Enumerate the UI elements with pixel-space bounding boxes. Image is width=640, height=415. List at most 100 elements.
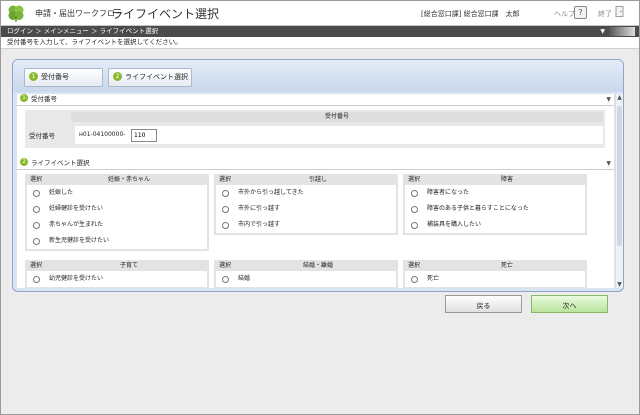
select-column-header: 選択 <box>219 262 232 269</box>
list-item[interactable]: 障害のある子供と暮らすことになった <box>405 201 585 217</box>
radio-button[interactable] <box>411 222 418 229</box>
radio-button[interactable] <box>33 190 40 197</box>
list-item[interactable]: 幼児健診を受けたい <box>27 271 207 287</box>
radio-button[interactable] <box>222 222 229 229</box>
category-moving: 選択 引越し 市外から引っ越してきた 市外に引っ越す 市内で引っ越す <box>214 174 398 235</box>
breadcrumb-arrow-icon[interactable]: ▼ <box>600 26 605 37</box>
user-info: [総合窓口課] 総合窓口課 太郎 <box>421 10 520 18</box>
instruction-text: 受付番号を入力して、ライフイベントを選択してください。 <box>7 38 182 46</box>
option-label: 市外に引っ越す <box>238 205 281 212</box>
radio-button[interactable] <box>411 190 418 197</box>
option-label: 妊婦健診を受けたい <box>49 205 104 212</box>
category-death: 選択 死亡 死亡 <box>403 260 587 288</box>
category-options: 幼児健診を受けたい <box>27 271 207 287</box>
reception-table: 受付番号 受付番号 н01-04100000- <box>25 110 605 148</box>
option-label: 市内で引っ越す <box>238 221 281 228</box>
option-label: 新生児健診を受けたい <box>49 237 110 244</box>
reception-column-header: 受付番号 <box>71 112 603 122</box>
list-item[interactable]: 障害者になった <box>405 185 585 201</box>
option-label: 幼児健診を受けたい <box>49 275 104 282</box>
collapse-toggle-icon[interactable]: ▼ <box>606 158 611 169</box>
app-name: 申請・届出ワークフロー <box>35 9 123 18</box>
scroll-content: 1受付番号 ▼ 受付番号 受付番号 н01-04100000- 2ライフイベント… <box>17 94 614 288</box>
category-disability: 選択 障害 障害者になった 障害のある子供と暮らすことになった 補装具を購入した… <box>403 174 587 235</box>
step-label: 受付番号 <box>41 73 69 81</box>
category-title: 子育て <box>119 262 138 269</box>
reception-value-cell: н01-04100000- <box>75 126 603 144</box>
radio-button[interactable] <box>411 276 418 283</box>
collapse-toggle-icon[interactable]: ▼ <box>606 94 611 105</box>
list-item[interactable]: 補装具を購入したい <box>405 217 585 233</box>
list-item[interactable]: 妊婦健診を受けたい <box>27 201 207 217</box>
scroll-down-icon[interactable]: ▼ <box>616 281 623 288</box>
radio-button[interactable] <box>222 190 229 197</box>
radio-button[interactable] <box>33 206 40 213</box>
list-item[interactable]: 死亡 <box>405 271 585 287</box>
radio-button[interactable] <box>411 206 418 213</box>
vertical-scrollbar[interactable]: ▲ ▼ <box>615 94 623 288</box>
category-options: 市外から引っ越してきた 市外に引っ越す 市内で引っ越す <box>216 185 396 233</box>
help-icon[interactable]: ? <box>574 6 587 19</box>
reception-number-prefix: н01-04100000- <box>79 131 126 138</box>
section-title: ライフイベント選択 <box>31 159 90 167</box>
step-bar: 1 受付番号 2 ライフイベント選択 <box>13 60 623 92</box>
back-button[interactable]: 戻る <box>445 295 522 313</box>
radio-button[interactable] <box>222 276 229 283</box>
next-button[interactable]: 次へ <box>531 295 608 313</box>
list-item[interactable]: 妊娠した <box>27 185 207 201</box>
list-item[interactable]: 赤ちゃんが生まれた <box>27 217 207 233</box>
category-header: 選択 子育て <box>25 260 209 271</box>
step-number-icon: 2 <box>113 71 122 81</box>
exit-link[interactable]: 終了 <box>598 9 612 19</box>
radio-button[interactable] <box>33 276 40 283</box>
category-header: 選択 死亡 <box>403 260 587 271</box>
scroll-thumb[interactable] <box>617 106 622 246</box>
category-options: 結婚 <box>216 271 396 287</box>
option-label: 補装具を購入したい <box>427 221 482 228</box>
select-column-header: 選択 <box>408 262 421 269</box>
option-label: 赤ちゃんが生まれた <box>49 221 104 228</box>
radio-button[interactable] <box>222 206 229 213</box>
app-window: 申請・届出ワークフロー ライフイベント選択 [総合窓口課] 総合窓口課 太郎 ヘ… <box>0 0 640 415</box>
scroll-up-icon[interactable]: ▲ <box>616 94 623 101</box>
list-item[interactable]: 市内で引っ越す <box>216 217 396 233</box>
radio-button[interactable] <box>33 238 40 245</box>
list-item[interactable]: 市外に引っ越す <box>216 201 396 217</box>
exit-door-icon[interactable] <box>615 6 625 17</box>
step-button-life-event[interactable]: 2 ライフイベント選択 <box>108 68 192 87</box>
step-label: ライフイベント選択 <box>125 73 188 81</box>
help-link[interactable]: ヘルプ <box>554 9 575 19</box>
option-label: 障害者になった <box>427 189 470 196</box>
section-number-icon: 1 <box>20 94 28 102</box>
option-label: 妊娠した <box>49 189 74 196</box>
category-header: 選択 妊娠・赤ちゃん <box>25 174 209 185</box>
section-title: 受付番号 <box>31 95 57 103</box>
breadcrumb-gradient-strip <box>609 27 635 36</box>
list-item[interactable]: 市外から引っ越してきた <box>216 185 396 201</box>
list-item[interactable]: 結婚 <box>216 271 396 287</box>
section-life-event-header[interactable]: 2 ライフイベント選択 ▼ <box>17 158 614 170</box>
breadcrumb: ログイン ＞ メインメニュー ＞ ライフイベント選択 ▼ <box>1 26 639 37</box>
option-label: 結婚 <box>238 275 251 282</box>
category-options: 死亡 <box>405 271 585 287</box>
option-label: 市外から引っ越してきた <box>238 189 304 196</box>
category-title: 障害 <box>500 176 513 183</box>
step-button-reception[interactable]: 1 受付番号 <box>24 68 103 87</box>
category-title: 死亡 <box>500 262 513 269</box>
section-reception-header[interactable]: 1 受付番号 ▼ <box>17 94 614 106</box>
step-number-icon: 1 <box>29 71 38 81</box>
reception-number-input[interactable] <box>131 129 157 142</box>
category-options: 妊娠した 妊婦健診を受けたい 赤ちゃんが生まれた 新生児健診を受けたい <box>27 185 207 249</box>
list-item[interactable]: 新生児健診を受けたい <box>27 233 207 249</box>
radio-button[interactable] <box>33 222 40 229</box>
select-column-header: 選択 <box>30 262 43 269</box>
category-marriage: 選択 結婚・離婚 結婚 <box>214 260 398 288</box>
option-label: 障害のある子供と暮らすことになった <box>427 205 529 212</box>
breadcrumb-path: ログイン ＞ メインメニュー ＞ ライフイベント選択 <box>7 27 159 35</box>
select-column-header: 選択 <box>219 176 232 183</box>
instruction-bar: 受付番号を入力して、ライフイベントを選択してください。 <box>1 37 639 49</box>
category-header: 選択 引越し <box>214 174 398 185</box>
category-title: 結婚・離婚 <box>302 262 333 269</box>
clover-logo-icon <box>8 5 24 22</box>
header-bar: 申請・届出ワークフロー ライフイベント選択 [総合窓口課] 総合窓口課 太郎 ヘ… <box>1 1 639 26</box>
